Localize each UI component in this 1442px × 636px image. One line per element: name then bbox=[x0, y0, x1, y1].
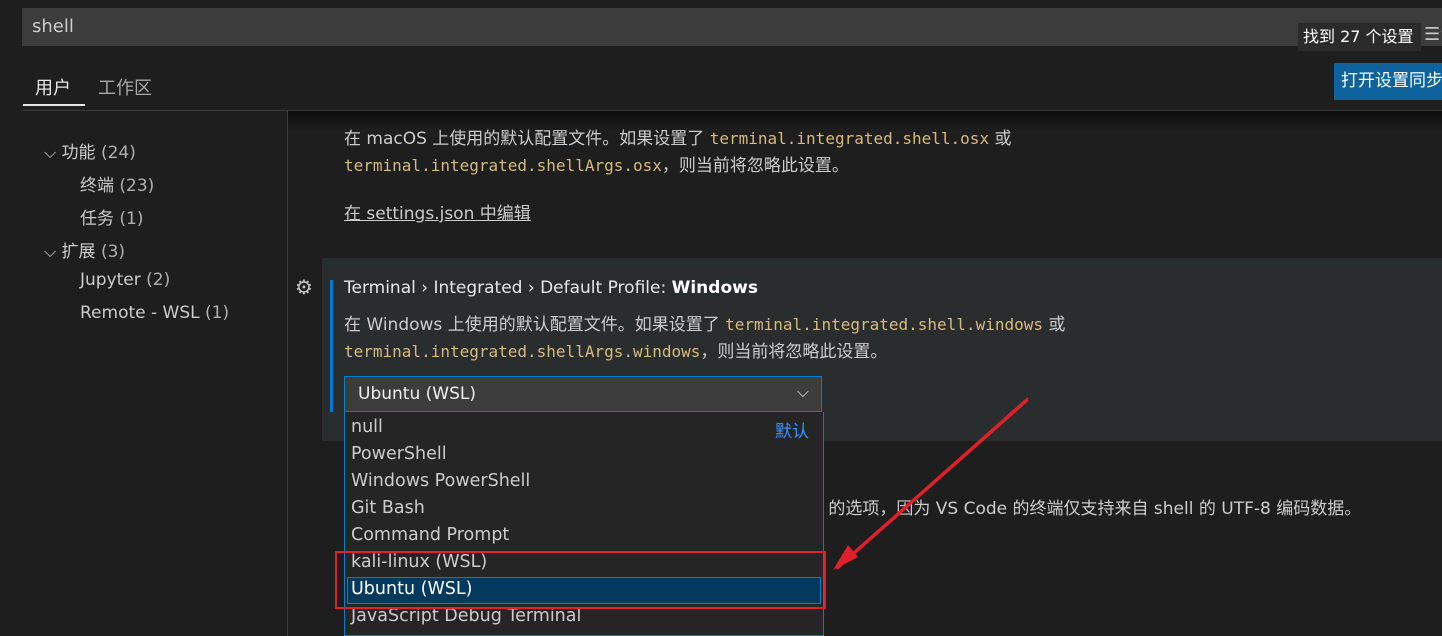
annotation-arrows bbox=[833, 397, 1029, 570]
